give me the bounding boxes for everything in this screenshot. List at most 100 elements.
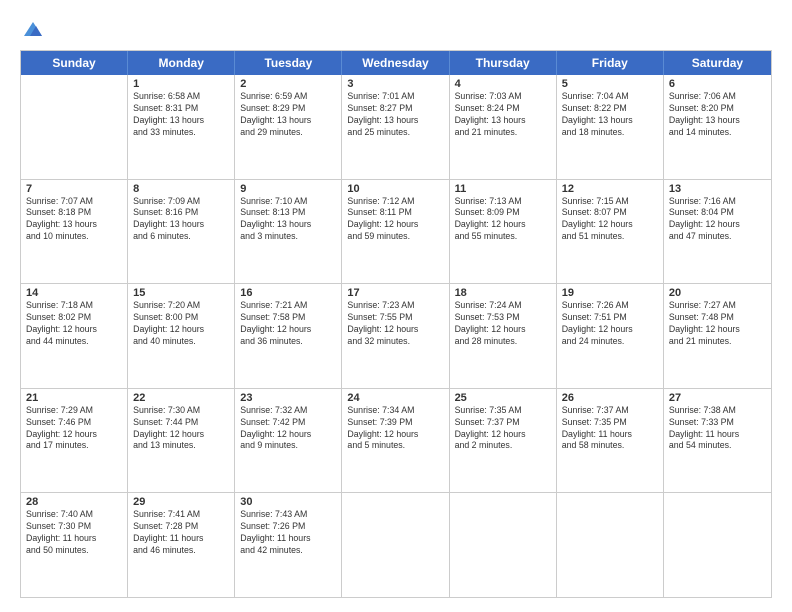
day-info: Sunrise: 7:27 AM Sunset: 7:48 PM Dayligh… bbox=[669, 300, 766, 348]
cal-day-1: 1Sunrise: 6:58 AM Sunset: 8:31 PM Daylig… bbox=[128, 75, 235, 179]
cal-day-8: 8Sunrise: 7:09 AM Sunset: 8:16 PM Daylig… bbox=[128, 180, 235, 284]
cal-day-2: 2Sunrise: 6:59 AM Sunset: 8:29 PM Daylig… bbox=[235, 75, 342, 179]
day-info: Sunrise: 7:03 AM Sunset: 8:24 PM Dayligh… bbox=[455, 91, 551, 139]
day-number: 5 bbox=[562, 78, 658, 90]
day-number: 13 bbox=[669, 183, 766, 195]
cal-day-14: 14Sunrise: 7:18 AM Sunset: 8:02 PM Dayli… bbox=[21, 284, 128, 388]
header-day-saturday: Saturday bbox=[664, 51, 771, 75]
day-info: Sunrise: 7:16 AM Sunset: 8:04 PM Dayligh… bbox=[669, 196, 766, 244]
day-info: Sunrise: 7:35 AM Sunset: 7:37 PM Dayligh… bbox=[455, 405, 551, 453]
cal-day-12: 12Sunrise: 7:15 AM Sunset: 8:07 PM Dayli… bbox=[557, 180, 664, 284]
cal-day-3: 3Sunrise: 7:01 AM Sunset: 8:27 PM Daylig… bbox=[342, 75, 449, 179]
header-day-friday: Friday bbox=[557, 51, 664, 75]
cal-empty bbox=[342, 493, 449, 597]
cal-empty bbox=[664, 493, 771, 597]
day-number: 22 bbox=[133, 392, 229, 404]
day-number: 18 bbox=[455, 287, 551, 299]
day-info: Sunrise: 7:13 AM Sunset: 8:09 PM Dayligh… bbox=[455, 196, 551, 244]
cal-day-24: 24Sunrise: 7:34 AM Sunset: 7:39 PM Dayli… bbox=[342, 389, 449, 493]
day-number: 24 bbox=[347, 392, 443, 404]
day-info: Sunrise: 7:10 AM Sunset: 8:13 PM Dayligh… bbox=[240, 196, 336, 244]
cal-day-7: 7Sunrise: 7:07 AM Sunset: 8:18 PM Daylig… bbox=[21, 180, 128, 284]
day-number: 29 bbox=[133, 496, 229, 508]
day-number: 21 bbox=[26, 392, 122, 404]
day-info: Sunrise: 7:34 AM Sunset: 7:39 PM Dayligh… bbox=[347, 405, 443, 453]
cal-day-10: 10Sunrise: 7:12 AM Sunset: 8:11 PM Dayli… bbox=[342, 180, 449, 284]
cal-week-1: 7Sunrise: 7:07 AM Sunset: 8:18 PM Daylig… bbox=[21, 180, 771, 285]
day-info: Sunrise: 7:30 AM Sunset: 7:44 PM Dayligh… bbox=[133, 405, 229, 453]
header bbox=[20, 18, 772, 40]
day-info: Sunrise: 7:01 AM Sunset: 8:27 PM Dayligh… bbox=[347, 91, 443, 139]
calendar: SundayMondayTuesdayWednesdayThursdayFrid… bbox=[20, 50, 772, 598]
day-info: Sunrise: 7:15 AM Sunset: 8:07 PM Dayligh… bbox=[562, 196, 658, 244]
cal-day-5: 5Sunrise: 7:04 AM Sunset: 8:22 PM Daylig… bbox=[557, 75, 664, 179]
day-info: Sunrise: 7:09 AM Sunset: 8:16 PM Dayligh… bbox=[133, 196, 229, 244]
cal-week-2: 14Sunrise: 7:18 AM Sunset: 8:02 PM Dayli… bbox=[21, 284, 771, 389]
cal-day-20: 20Sunrise: 7:27 AM Sunset: 7:48 PM Dayli… bbox=[664, 284, 771, 388]
day-info: Sunrise: 7:38 AM Sunset: 7:33 PM Dayligh… bbox=[669, 405, 766, 453]
day-number: 8 bbox=[133, 183, 229, 195]
day-number: 4 bbox=[455, 78, 551, 90]
day-info: Sunrise: 6:58 AM Sunset: 8:31 PM Dayligh… bbox=[133, 91, 229, 139]
day-number: 10 bbox=[347, 183, 443, 195]
page: SundayMondayTuesdayWednesdayThursdayFrid… bbox=[0, 0, 792, 612]
cal-empty bbox=[557, 493, 664, 597]
cal-day-25: 25Sunrise: 7:35 AM Sunset: 7:37 PM Dayli… bbox=[450, 389, 557, 493]
calendar-header: SundayMondayTuesdayWednesdayThursdayFrid… bbox=[21, 51, 771, 75]
cal-day-22: 22Sunrise: 7:30 AM Sunset: 7:44 PM Dayli… bbox=[128, 389, 235, 493]
logo-icon bbox=[22, 18, 44, 40]
day-number: 20 bbox=[669, 287, 766, 299]
header-day-sunday: Sunday bbox=[21, 51, 128, 75]
day-info: Sunrise: 7:20 AM Sunset: 8:00 PM Dayligh… bbox=[133, 300, 229, 348]
cal-empty bbox=[450, 493, 557, 597]
day-number: 2 bbox=[240, 78, 336, 90]
day-number: 14 bbox=[26, 287, 122, 299]
cal-day-26: 26Sunrise: 7:37 AM Sunset: 7:35 PM Dayli… bbox=[557, 389, 664, 493]
day-number: 26 bbox=[562, 392, 658, 404]
cal-week-4: 28Sunrise: 7:40 AM Sunset: 7:30 PM Dayli… bbox=[21, 493, 771, 597]
header-day-wednesday: Wednesday bbox=[342, 51, 449, 75]
day-info: Sunrise: 7:07 AM Sunset: 8:18 PM Dayligh… bbox=[26, 196, 122, 244]
cal-day-13: 13Sunrise: 7:16 AM Sunset: 8:04 PM Dayli… bbox=[664, 180, 771, 284]
day-number: 27 bbox=[669, 392, 766, 404]
day-info: Sunrise: 7:32 AM Sunset: 7:42 PM Dayligh… bbox=[240, 405, 336, 453]
day-info: Sunrise: 7:41 AM Sunset: 7:28 PM Dayligh… bbox=[133, 509, 229, 557]
day-info: Sunrise: 7:37 AM Sunset: 7:35 PM Dayligh… bbox=[562, 405, 658, 453]
day-info: Sunrise: 7:26 AM Sunset: 7:51 PM Dayligh… bbox=[562, 300, 658, 348]
cal-day-16: 16Sunrise: 7:21 AM Sunset: 7:58 PM Dayli… bbox=[235, 284, 342, 388]
day-info: Sunrise: 7:12 AM Sunset: 8:11 PM Dayligh… bbox=[347, 196, 443, 244]
cal-day-27: 27Sunrise: 7:38 AM Sunset: 7:33 PM Dayli… bbox=[664, 389, 771, 493]
cal-day-30: 30Sunrise: 7:43 AM Sunset: 7:26 PM Dayli… bbox=[235, 493, 342, 597]
day-info: Sunrise: 7:06 AM Sunset: 8:20 PM Dayligh… bbox=[669, 91, 766, 139]
cal-week-3: 21Sunrise: 7:29 AM Sunset: 7:46 PM Dayli… bbox=[21, 389, 771, 494]
cal-day-9: 9Sunrise: 7:10 AM Sunset: 8:13 PM Daylig… bbox=[235, 180, 342, 284]
day-number: 19 bbox=[562, 287, 658, 299]
header-day-monday: Monday bbox=[128, 51, 235, 75]
day-number: 3 bbox=[347, 78, 443, 90]
day-number: 25 bbox=[455, 392, 551, 404]
day-info: Sunrise: 7:40 AM Sunset: 7:30 PM Dayligh… bbox=[26, 509, 122, 557]
cal-day-17: 17Sunrise: 7:23 AM Sunset: 7:55 PM Dayli… bbox=[342, 284, 449, 388]
day-number: 11 bbox=[455, 183, 551, 195]
day-number: 28 bbox=[26, 496, 122, 508]
cal-week-0: 1Sunrise: 6:58 AM Sunset: 8:31 PM Daylig… bbox=[21, 75, 771, 180]
day-info: Sunrise: 7:24 AM Sunset: 7:53 PM Dayligh… bbox=[455, 300, 551, 348]
calendar-body: 1Sunrise: 6:58 AM Sunset: 8:31 PM Daylig… bbox=[21, 75, 771, 597]
day-number: 16 bbox=[240, 287, 336, 299]
day-number: 15 bbox=[133, 287, 229, 299]
day-info: Sunrise: 7:23 AM Sunset: 7:55 PM Dayligh… bbox=[347, 300, 443, 348]
day-info: Sunrise: 7:29 AM Sunset: 7:46 PM Dayligh… bbox=[26, 405, 122, 453]
header-day-thursday: Thursday bbox=[450, 51, 557, 75]
cal-day-11: 11Sunrise: 7:13 AM Sunset: 8:09 PM Dayli… bbox=[450, 180, 557, 284]
cal-day-29: 29Sunrise: 7:41 AM Sunset: 7:28 PM Dayli… bbox=[128, 493, 235, 597]
day-number: 30 bbox=[240, 496, 336, 508]
logo bbox=[20, 18, 44, 40]
day-number: 23 bbox=[240, 392, 336, 404]
day-number: 7 bbox=[26, 183, 122, 195]
cal-day-19: 19Sunrise: 7:26 AM Sunset: 7:51 PM Dayli… bbox=[557, 284, 664, 388]
cal-day-21: 21Sunrise: 7:29 AM Sunset: 7:46 PM Dayli… bbox=[21, 389, 128, 493]
day-info: Sunrise: 6:59 AM Sunset: 8:29 PM Dayligh… bbox=[240, 91, 336, 139]
day-info: Sunrise: 7:21 AM Sunset: 7:58 PM Dayligh… bbox=[240, 300, 336, 348]
cal-day-23: 23Sunrise: 7:32 AM Sunset: 7:42 PM Dayli… bbox=[235, 389, 342, 493]
cal-day-28: 28Sunrise: 7:40 AM Sunset: 7:30 PM Dayli… bbox=[21, 493, 128, 597]
